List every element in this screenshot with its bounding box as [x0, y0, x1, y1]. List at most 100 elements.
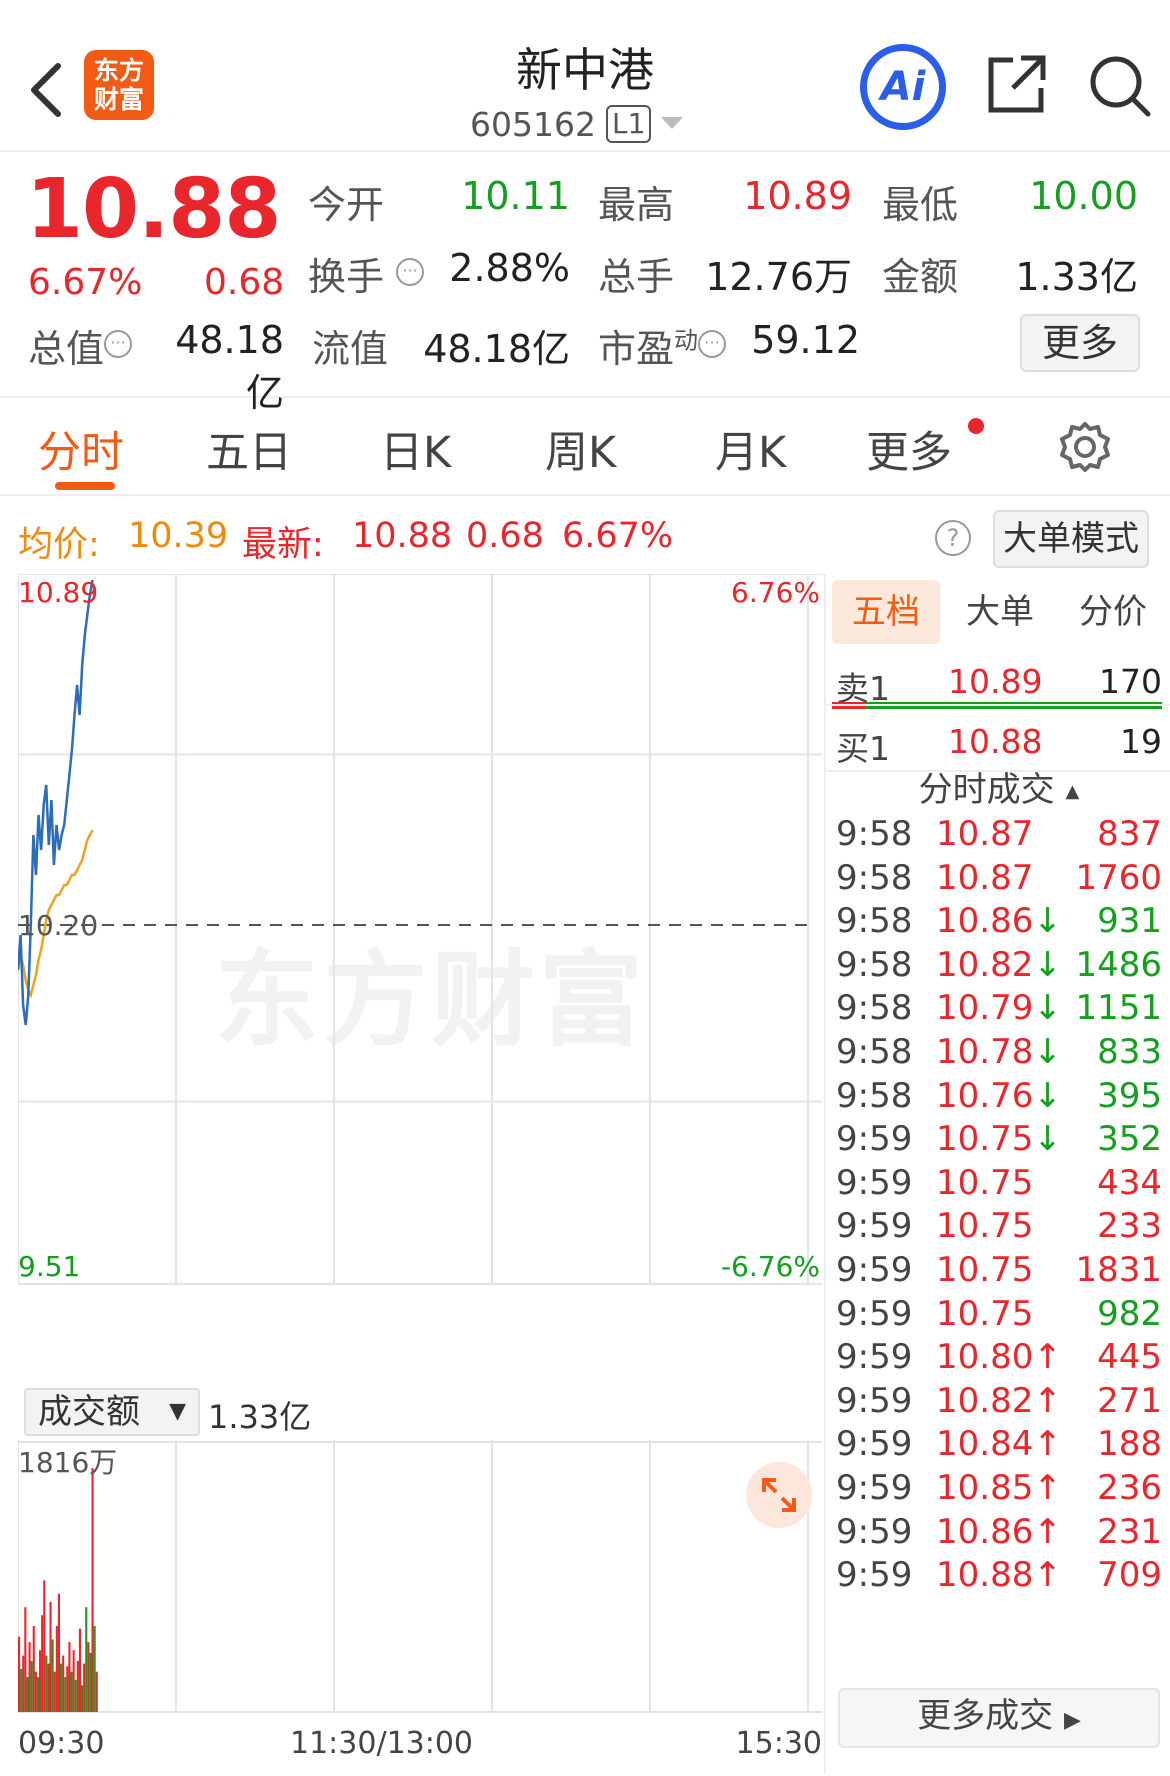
tab-big-orders[interactable]: 大单 — [950, 580, 1050, 644]
dropdown-triangle-icon: ▼ — [169, 1399, 186, 1424]
trade-time: 9:58 — [836, 901, 913, 942]
more-trades-button[interactable]: 更多成交 ▶ — [838, 1688, 1160, 1748]
time-label-close: 15:30 — [735, 1726, 822, 1761]
volume-bar — [22, 1655, 25, 1712]
order-book-panel: 五档 大单 分价 卖1 10.89 170 买1 10.88 19 分时成交 ▲… — [824, 574, 1170, 1774]
trade-volume: 833 — [1097, 1032, 1162, 1072]
help-icon[interactable]: ? — [935, 520, 971, 556]
trade-row: 9:58 10.87 837 — [826, 814, 1170, 862]
trade-price-value: 10.88 — [936, 1555, 1034, 1596]
trade-direction-arrow: ↓ — [1033, 901, 1062, 942]
trade-volume: 395 — [1097, 1075, 1162, 1116]
volume-bar — [45, 1655, 48, 1712]
trade-time: 9:59 — [836, 1206, 913, 1247]
more-quote-button[interactable]: 更多 — [1020, 314, 1140, 372]
trade-volume: 352 — [1097, 1119, 1162, 1160]
avg-price-value: 10.39 — [128, 516, 229, 556]
trade-price-value: 10.79 — [936, 988, 1034, 1029]
trade-time: 9:58 — [836, 1075, 913, 1116]
tab-intraday[interactable]: 分时 — [38, 418, 124, 480]
change-percent: 6.67% — [28, 262, 143, 303]
volume-bars — [18, 1468, 98, 1712]
trade-time: 9:59 — [836, 1119, 913, 1160]
volume-metric-label: 成交额 — [38, 1392, 140, 1432]
pe-value: 59.12 — [751, 318, 860, 362]
tab-monthly-k[interactable]: 月K — [715, 418, 786, 480]
volume-value: 12.76万 — [705, 255, 852, 299]
divider — [826, 704, 1170, 706]
volume-bar — [43, 1580, 46, 1712]
trade-volume: 1831 — [1075, 1250, 1162, 1290]
latest-label: 最新: — [242, 525, 324, 565]
trade-direction-arrow: ↑ — [1033, 1468, 1062, 1508]
market-cap-label-text: 总值 — [28, 327, 105, 371]
info-dots-icon[interactable]: ··· — [396, 258, 425, 287]
info-dots-icon[interactable]: ··· — [698, 330, 727, 359]
tab-daily-k[interactable]: 日K — [380, 418, 451, 480]
trade-price: 10.75 — [936, 1250, 1033, 1290]
intraday-price-chart[interactable]: 10.89 6.76% 10.20 9.51 -6.76% — [18, 574, 822, 1380]
expand-chart-button[interactable] — [746, 1462, 812, 1528]
tab-price-distribution[interactable]: 分价 — [1060, 580, 1166, 644]
trade-time: 9:59 — [836, 1380, 913, 1421]
trade-time: 9:58 — [836, 944, 913, 985]
share-icon[interactable] — [985, 52, 1049, 116]
volume-bar — [89, 1652, 92, 1712]
settings-gear-icon[interactable] — [1058, 420, 1112, 474]
volume-bar — [70, 1671, 73, 1712]
volume-chart[interactable]: 1816万 — [18, 1440, 822, 1718]
volume-bar — [24, 1607, 27, 1712]
trade-direction-arrow: ↑ — [1033, 1511, 1062, 1552]
volume-grid — [18, 1440, 822, 1713]
trade-direction-arrow: ↓ — [1033, 1032, 1062, 1072]
trade-direction-arrow: ↓ — [1033, 988, 1062, 1029]
volume-bar — [68, 1642, 71, 1712]
pe-label: 市盈动 ··· — [598, 318, 727, 373]
trade-price-value: 10.75 — [936, 1293, 1034, 1334]
trade-row: 9:59 10.86↑ 231 — [826, 1512, 1170, 1560]
big-order-mode-button[interactable]: 大单模式 — [993, 510, 1149, 568]
volume-metric-select[interactable]: 成交额 ▼ — [24, 1388, 200, 1436]
search-icon[interactable] — [1086, 52, 1152, 118]
volume-label: 总手 — [598, 255, 675, 299]
trade-time: 9:58 — [836, 814, 913, 854]
amount-value: 1.33亿 — [1015, 255, 1138, 299]
volume-bar — [51, 1639, 54, 1712]
trade-price-value: 10.87 — [936, 857, 1034, 898]
volume-bar — [26, 1677, 29, 1712]
latest-value: 10.88 — [352, 516, 453, 556]
trade-price-value: 10.75 — [936, 1119, 1034, 1160]
trade-price: 10.87 — [936, 858, 1033, 898]
volume-bar — [83, 1663, 86, 1712]
trade-row: 9:59 10.84↑ 188 — [826, 1424, 1170, 1472]
volume-bar — [95, 1671, 98, 1712]
trade-volume: 982 — [1097, 1293, 1162, 1334]
trades-title[interactable]: 分时成交 ▲ — [826, 762, 1170, 811]
tab-five-levels[interactable]: 五档 — [832, 580, 940, 644]
trade-volume: 231 — [1097, 1511, 1162, 1552]
turnover-value: 2.88% — [449, 246, 570, 290]
stock-code-selector[interactable]: 605162 L1 — [470, 102, 684, 146]
trade-price-value: 10.82 — [936, 944, 1034, 985]
chart-tabs: 分时 五日 日K 周K 月K 更多 — [0, 400, 1170, 496]
ai-assistant-button[interactable]: Ai — [860, 44, 946, 130]
latest-change: 0.68 — [466, 516, 544, 556]
volume-bar — [55, 1626, 58, 1712]
trade-price: 10.76↓ — [936, 1076, 1062, 1116]
tab-weekly-k[interactable]: 周K — [545, 418, 616, 480]
tab-five-day[interactable]: 五日 — [206, 418, 292, 480]
trade-price: 10.85↑ — [936, 1468, 1062, 1508]
trade-price-value: 10.78 — [936, 1032, 1034, 1072]
volume-bar — [32, 1626, 35, 1712]
volume-bar — [87, 1642, 90, 1712]
trade-time: 9:59 — [836, 1293, 913, 1334]
volume-bar — [66, 1666, 69, 1712]
trade-price: 10.78↓ — [936, 1032, 1062, 1072]
turnover-label-text: 换手 — [308, 255, 385, 299]
volume-bar — [74, 1679, 77, 1712]
trade-price: 10.80↑ — [936, 1337, 1062, 1377]
trade-volume: 445 — [1097, 1337, 1162, 1378]
tab-more[interactable]: 更多 — [866, 418, 952, 480]
info-dots-icon[interactable]: ··· — [104, 330, 133, 359]
more-trades-label: 更多成交 — [917, 1696, 1054, 1736]
